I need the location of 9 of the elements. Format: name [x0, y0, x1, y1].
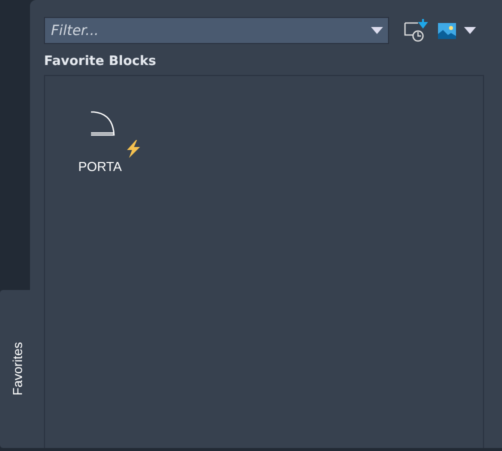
dropdown-caret-icon[interactable] [371, 27, 383, 34]
filter-field[interactable]: Filter... [44, 17, 389, 44]
side-tab[interactable]: Favorites [0, 290, 30, 448]
insert-block-icon[interactable] [404, 18, 430, 42]
image-icon[interactable] [438, 22, 456, 38]
section-heading: Favorite Blocks [44, 54, 158, 69]
block-tile[interactable]: PORTA [55, 102, 145, 174]
block-name: PORTA [78, 159, 122, 174]
dropdown-caret-icon[interactable] [464, 27, 476, 34]
